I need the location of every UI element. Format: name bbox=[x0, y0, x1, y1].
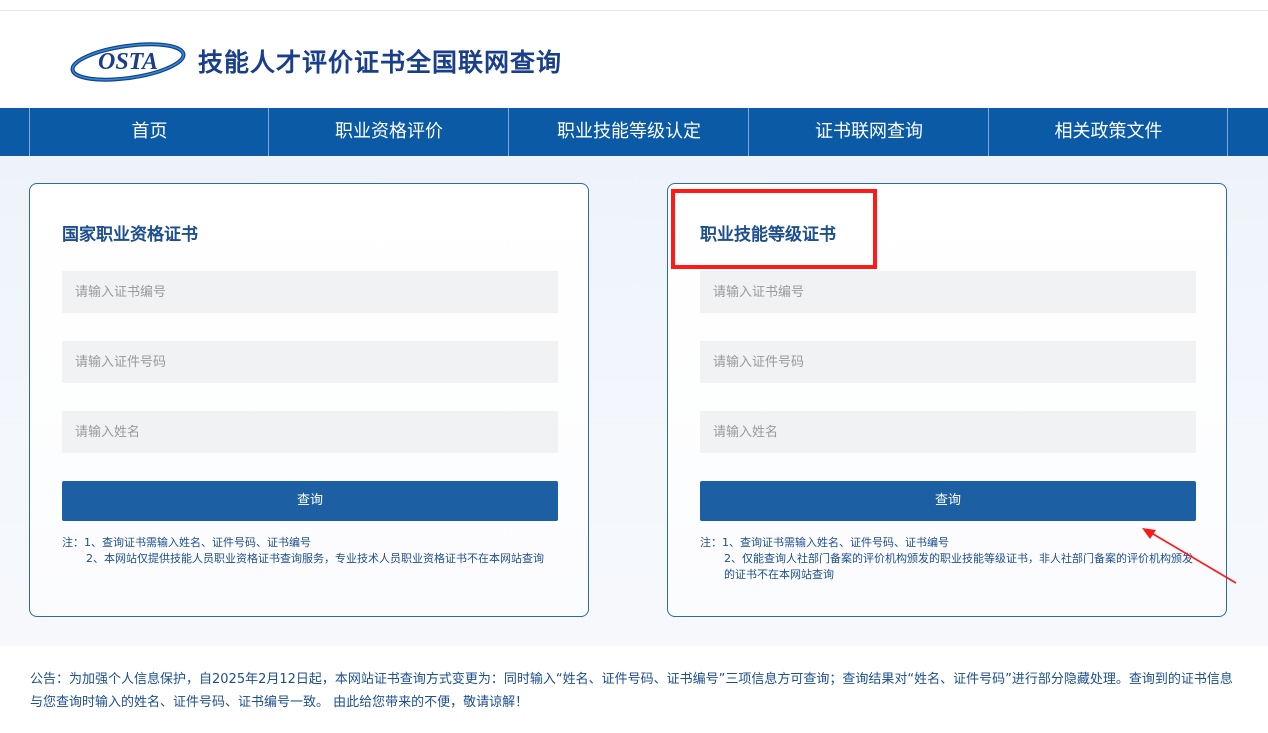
osta-logo: OSTA bbox=[70, 42, 186, 82]
name-input[interactable] bbox=[62, 411, 558, 453]
cert-number-input[interactable] bbox=[700, 271, 1196, 313]
nav-divider bbox=[1227, 108, 1228, 156]
query-button[interactable]: 查询 bbox=[700, 481, 1196, 521]
query-notes: 注：1、查询证书需输入姓名、证件号码、证书编号 2、仅能查询人社部门备案的评价机… bbox=[700, 535, 1200, 583]
top-bar bbox=[0, 0, 1268, 11]
national-qualification-card: 国家职业资格证书 查询 注：1、查询证书需输入姓名、证件号码、证书编号 2、本网… bbox=[29, 183, 589, 617]
nav-item-home[interactable]: 首页 bbox=[29, 108, 269, 156]
nav-item-skill-level-certification[interactable]: 职业技能等级认定 bbox=[508, 108, 749, 156]
query-notes: 注：1、查询证书需输入姓名、证件号码、证书编号 2、本网站仅提供技能人员职业资格… bbox=[62, 535, 562, 567]
announcement: 公告：为加强个人信息保护，自2025年2月12日起，本网站证书查询方式变更为：同… bbox=[30, 672, 1233, 710]
highlight-box bbox=[671, 189, 877, 269]
card-title: 国家职业资格证书 bbox=[62, 225, 198, 245]
note-prefix: 注： bbox=[62, 536, 84, 549]
site-header: OSTA 技能人才评价证书全国联网查询 bbox=[0, 11, 1268, 108]
query-button[interactable]: 查询 bbox=[62, 481, 558, 521]
annotation-arrow bbox=[1142, 528, 1237, 584]
query-section: 国家职业资格证书 查询 注：1、查询证书需输入姓名、证件号码、证书编号 2、本网… bbox=[0, 156, 1268, 646]
name-input[interactable] bbox=[700, 411, 1196, 453]
note-item: 1、查询证书需输入姓名、证件号码、证书编号 bbox=[84, 536, 311, 549]
nav-item-certificate-query[interactable]: 证书联网查询 bbox=[748, 108, 989, 156]
cert-number-input[interactable] bbox=[62, 271, 558, 313]
note-prefix: 注： bbox=[700, 536, 722, 549]
nav-item-policy-documents[interactable]: 相关政策文件 bbox=[988, 108, 1228, 156]
nav-item-qualification-evaluation[interactable]: 职业资格评价 bbox=[268, 108, 509, 156]
site-title: 技能人才评价证书全国联网查询 bbox=[198, 48, 563, 77]
note-item: 1、查询证书需输入姓名、证件号码、证书编号 bbox=[722, 536, 949, 549]
note-item: 2、本网站仅提供技能人员职业资格证书查询服务，专业技术人员职业资格证书不在本网站… bbox=[86, 552, 544, 565]
id-number-input[interactable] bbox=[62, 341, 558, 383]
main-nav: 首页 职业资格评价 职业技能等级认定 证书联网查询 相关政策文件 bbox=[0, 108, 1268, 156]
svg-text:OSTA: OSTA bbox=[98, 49, 158, 75]
note-item: 2、仅能查询人社部门备案的评价机构颁发的职业技能等级证书，非人社部门备案的评价机… bbox=[724, 552, 1193, 581]
id-number-input[interactable] bbox=[700, 341, 1196, 383]
